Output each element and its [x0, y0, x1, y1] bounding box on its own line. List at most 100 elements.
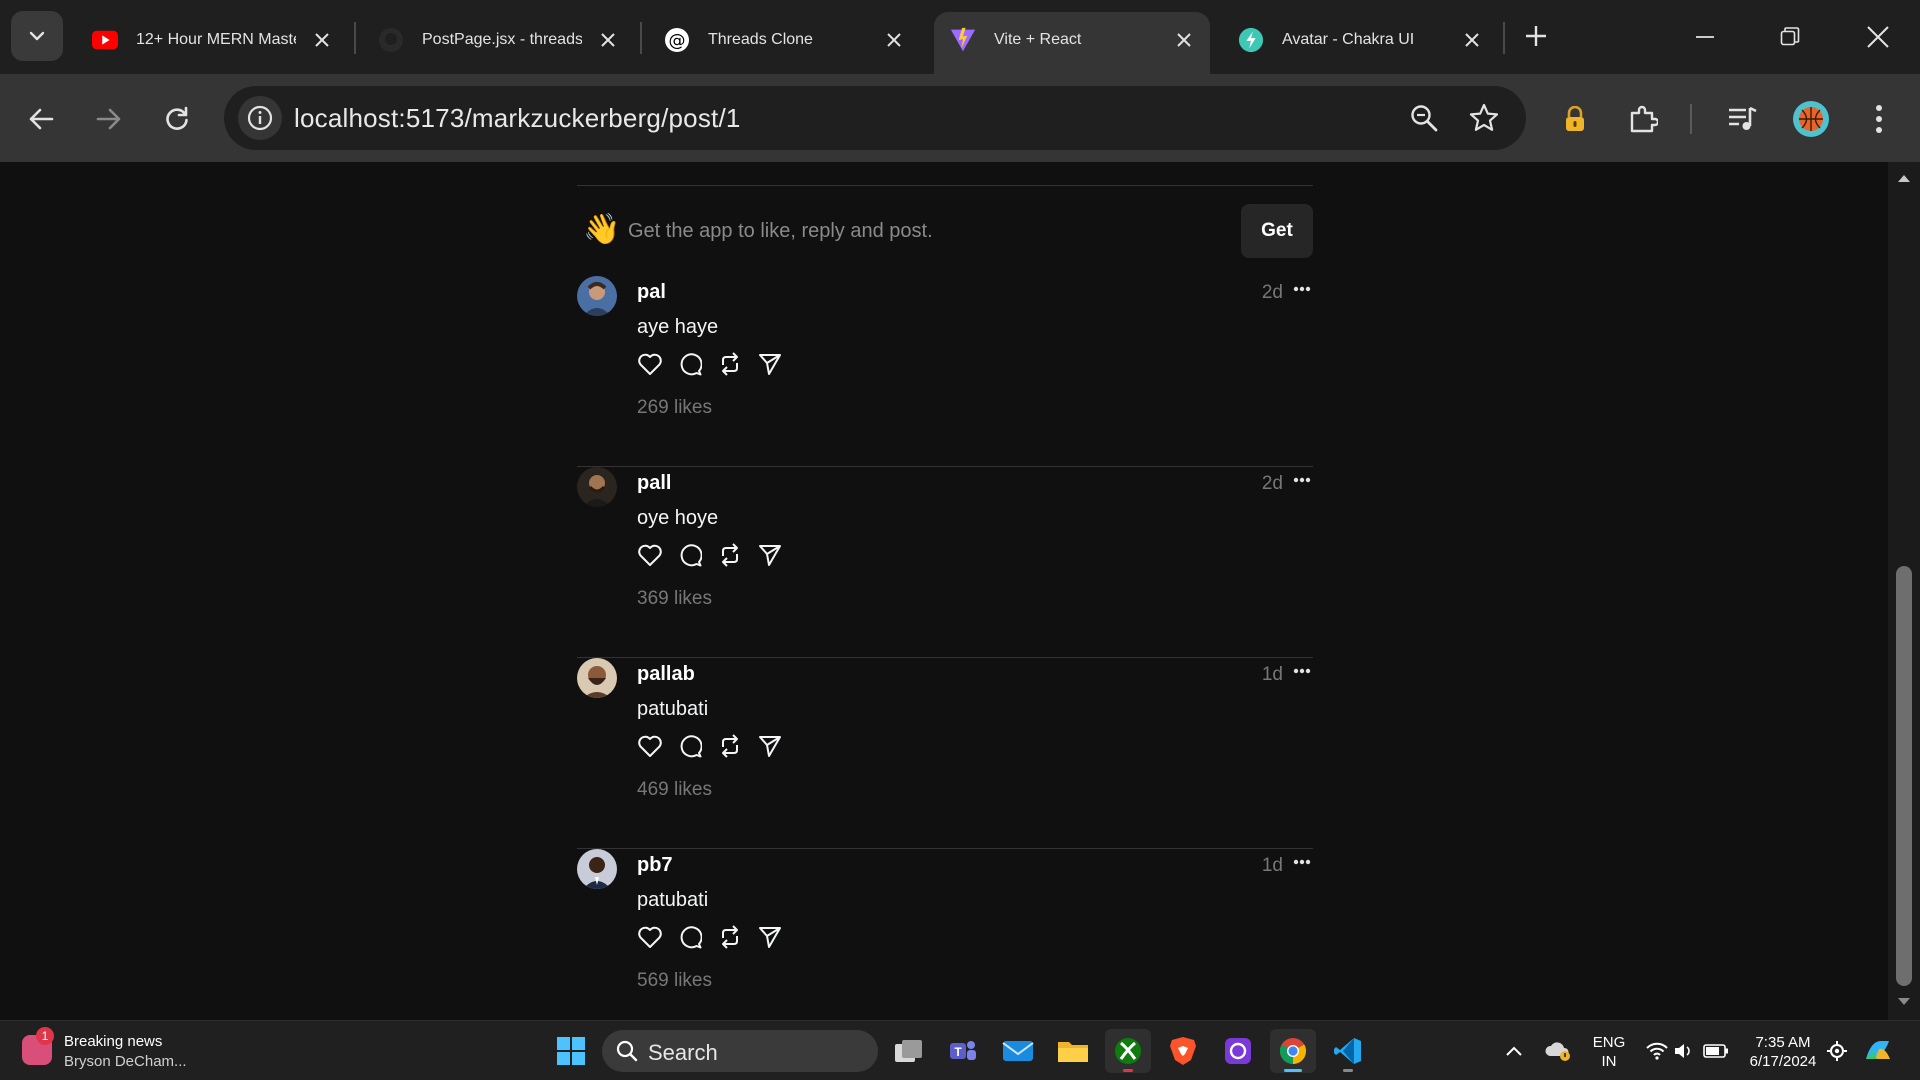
teams-icon[interactable]: T: [940, 1029, 986, 1073]
avatar[interactable]: [577, 467, 617, 507]
zoom-icon[interactable]: [1408, 102, 1440, 134]
vscode-icon[interactable]: [1325, 1029, 1371, 1073]
minimize-button[interactable]: [1683, 15, 1727, 59]
xbox-icon[interactable]: [1105, 1029, 1151, 1073]
close-icon[interactable]: [882, 28, 906, 52]
share-icon[interactable]: [757, 924, 783, 950]
tab-youtube[interactable]: 12+ Hour MERN Maste: [76, 12, 348, 74]
close-window-button[interactable]: [1856, 15, 1900, 59]
scroll-up-arrow-icon[interactable]: [1896, 170, 1912, 186]
close-icon[interactable]: [1460, 28, 1484, 52]
repost-icon[interactable]: [717, 351, 743, 377]
svg-text:T: T: [954, 1045, 962, 1059]
youtube-icon: [92, 27, 118, 53]
bookmark-star-icon[interactable]: [1468, 102, 1500, 134]
windows-taskbar: 1 Breaking news Bryson DeCham... Search …: [0, 1020, 1920, 1080]
comment-item: pb7 1d patubati 569 likes: [577, 849, 1313, 1020]
threads-icon: @: [664, 27, 690, 53]
restore-button[interactable]: [1768, 15, 1812, 59]
onedrive-warning-icon[interactable]: [1538, 1029, 1578, 1073]
share-icon[interactable]: [757, 542, 783, 568]
profile-avatar[interactable]: [1788, 96, 1834, 142]
notification-settings-icon[interactable]: [1822, 1029, 1852, 1073]
media-controls-button[interactable]: [1720, 96, 1766, 142]
battery-icon[interactable]: [1700, 1029, 1732, 1073]
comment-bubble-icon[interactable]: [677, 542, 703, 568]
comment-username[interactable]: pall: [637, 472, 671, 495]
extensions-button[interactable]: [1620, 96, 1666, 142]
get-app-button[interactable]: Get: [1241, 204, 1313, 258]
heart-icon[interactable]: [637, 924, 663, 950]
site-info-icon[interactable]: [238, 96, 282, 140]
forward-button[interactable]: [86, 96, 132, 142]
repost-icon[interactable]: [717, 733, 743, 759]
comment-bubble-icon[interactable]: [677, 733, 703, 759]
share-icon[interactable]: [757, 733, 783, 759]
tab-search-button[interactable]: [11, 11, 63, 61]
mail-icon[interactable]: [995, 1029, 1041, 1073]
language-code: ENG: [1592, 1034, 1626, 1051]
more-options-icon[interactable]: [1291, 473, 1313, 487]
clock[interactable]: 7:35 AM 6/17/2024: [1744, 1033, 1822, 1071]
task-view-icon[interactable]: [886, 1029, 932, 1073]
tab-title: Threads Clone: [708, 31, 813, 48]
more-options-icon[interactable]: [1291, 855, 1313, 869]
heart-icon[interactable]: [637, 542, 663, 568]
avatar[interactable]: [577, 276, 617, 316]
search-label: Search: [648, 1040, 718, 1065]
share-icon[interactable]: [757, 351, 783, 377]
news-widget[interactable]: 1 Breaking news Bryson DeCham...: [22, 1027, 202, 1073]
repost-icon[interactable]: [717, 542, 743, 568]
more-options-icon[interactable]: [1291, 664, 1313, 678]
more-options-icon[interactable]: [1291, 282, 1313, 296]
close-icon[interactable]: [1172, 28, 1196, 52]
scroll-down-arrow-icon[interactable]: [1896, 994, 1912, 1010]
avatar[interactable]: [577, 658, 617, 698]
new-tab-button[interactable]: [1519, 18, 1553, 54]
plus-icon: [1526, 26, 1546, 46]
comment-username[interactable]: pallab: [637, 663, 695, 686]
close-icon[interactable]: [596, 28, 620, 52]
file-explorer-icon[interactable]: [1050, 1029, 1096, 1073]
playlist-icon: [1729, 106, 1757, 130]
taskbar-search[interactable]: Search: [602, 1030, 878, 1072]
browser-menu-button[interactable]: [1856, 96, 1902, 142]
tab-github[interactable]: PostPage.jsx - threads-c: [362, 12, 634, 74]
comment-time: 1d: [1261, 855, 1283, 876]
page-scrollbar[interactable]: [1888, 162, 1920, 1020]
avatar[interactable]: [577, 849, 617, 889]
scrollbar-thumb[interactable]: [1896, 566, 1912, 986]
heart-icon[interactable]: [637, 351, 663, 377]
address-bar[interactable]: localhost:5173/markzuckerberg/post/1: [224, 86, 1526, 150]
notification-badge: 1: [36, 1027, 54, 1045]
tab-vite-react[interactable]: Vite + React: [934, 12, 1210, 74]
waving-hand-icon: 👋: [583, 213, 621, 246]
comment-actions: [637, 733, 783, 763]
copilot-icon[interactable]: [1858, 1029, 1898, 1073]
comment-actions: [637, 924, 783, 954]
svg-text:@: @: [669, 31, 686, 51]
comment-username[interactable]: pal: [637, 281, 666, 304]
url-text[interactable]: localhost:5173/markzuckerberg/post/1: [294, 103, 741, 134]
comment-bubble-icon[interactable]: [677, 924, 703, 950]
language-indicator[interactable]: ENG IN: [1586, 1033, 1632, 1071]
start-button[interactable]: [548, 1029, 594, 1073]
app-icon[interactable]: [1215, 1029, 1261, 1073]
comment-bubble-icon[interactable]: [677, 351, 703, 377]
repost-icon[interactable]: [717, 924, 743, 950]
tab-chakra-ui[interactable]: Avatar - Chakra UI: [1222, 12, 1498, 74]
tab-threads-clone[interactable]: @ Threads Clone: [648, 12, 920, 74]
chrome-icon[interactable]: [1270, 1029, 1316, 1073]
reload-button[interactable]: [154, 96, 200, 142]
chevron-up-icon[interactable]: [1498, 1029, 1530, 1073]
volume-icon[interactable]: [1670, 1029, 1700, 1073]
comment-actions: [637, 351, 783, 381]
brave-icon[interactable]: [1160, 1029, 1206, 1073]
close-icon[interactable]: [310, 28, 334, 52]
wifi-icon[interactable]: [1642, 1029, 1672, 1073]
comment-username[interactable]: pb7: [637, 854, 673, 877]
tab-title: 12+ Hour MERN Maste: [136, 31, 296, 48]
back-button[interactable]: [18, 96, 64, 142]
heart-icon[interactable]: [637, 733, 663, 759]
extension-lock-button[interactable]: [1552, 96, 1598, 142]
